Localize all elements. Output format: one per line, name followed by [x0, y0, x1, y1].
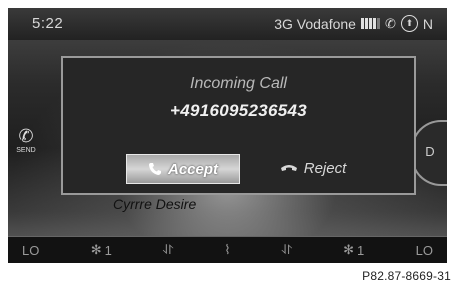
background-track-title: Cyrrre Desire	[113, 196, 197, 212]
airflow-icon[interactable]: ⥯	[282, 242, 292, 258]
phone-icon: ✆	[18, 126, 34, 146]
compass-direction: N	[422, 15, 433, 32]
left-temperature[interactable]: LO	[22, 243, 39, 258]
right-side-label: D	[425, 144, 435, 159]
heat-icon[interactable]: ⌇	[224, 242, 230, 258]
signal-strength-icon	[360, 18, 380, 29]
send-label: SEND	[16, 147, 36, 154]
status-indicators: 3G Vodafone ✆ ⬆ N	[274, 15, 433, 32]
right-fan-control[interactable]: ✻ 1	[343, 242, 364, 258]
right-temperature[interactable]: LO	[416, 243, 433, 258]
phone-pickup-icon	[148, 163, 161, 175]
climate-bar: LO ✻ 1 ⥯ ⌇ ⥯ ✻ 1 LO	[8, 236, 447, 263]
status-bar: 5:22 3G Vodafone ✆ ⬆ N	[8, 8, 447, 40]
phone-icon: ✆	[384, 15, 396, 31]
fan-icon: ✻	[343, 242, 354, 257]
figure-caption: P82.87-8669-31	[362, 269, 451, 283]
accept-label: Accept	[167, 160, 219, 178]
accept-button[interactable]: Accept	[126, 154, 240, 184]
left-fan-control[interactable]: ✻ 1	[91, 242, 112, 258]
caller-number: +4916095236543	[169, 101, 308, 120]
head-unit-screen: 5:22 3G Vodafone ✆ ⬆ N Cyrrre Desire ✆ S…	[8, 8, 447, 263]
carrier-name: 3G Vodafone	[274, 15, 356, 32]
compass-icon: ⬆	[400, 15, 418, 32]
reject-button[interactable]: Reject	[258, 154, 368, 182]
right-fan-level: 1	[357, 242, 365, 258]
clock: 5:22	[32, 15, 64, 32]
dialog-title: Incoming Call	[190, 75, 287, 92]
incoming-call-dialog: Incoming Call +4916095236543 Accept Reje…	[61, 56, 416, 195]
left-fan-level: 1	[104, 242, 112, 258]
reject-label: Reject	[303, 159, 347, 177]
phone-hangup-icon	[280, 165, 297, 171]
airflow-icon[interactable]: ⥯	[163, 242, 173, 258]
send-side-button[interactable]: ✆ SEND	[8, 126, 44, 176]
fan-icon: ✻	[90, 242, 102, 257]
